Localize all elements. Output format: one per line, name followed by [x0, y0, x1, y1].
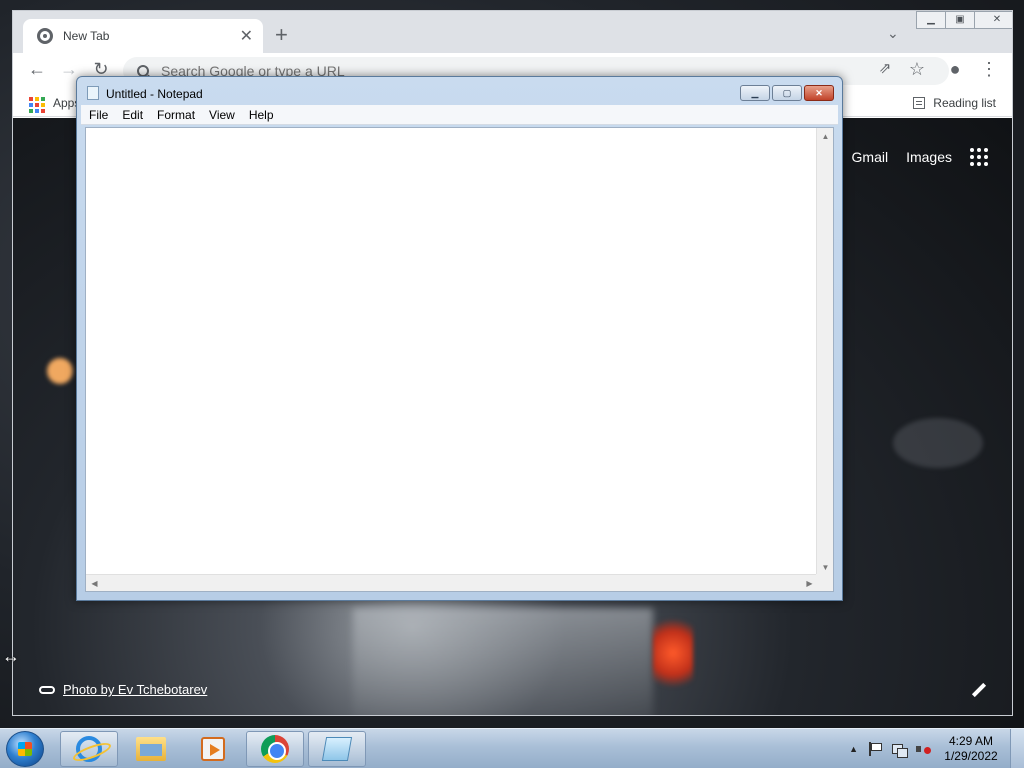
menu-bar: File Edit Format View Help	[81, 105, 838, 125]
chrome-window-controls: ▁ ▣ ✕	[916, 11, 1012, 29]
taskbar-chrome[interactable]	[246, 731, 304, 767]
volume-muted-icon[interactable]	[916, 742, 931, 756]
text-edit-area: ▲ ▼ ◀ ▶	[85, 127, 834, 592]
google-apps-launcher-icon[interactable]	[970, 148, 988, 166]
restore-button[interactable]: ▣	[945, 11, 975, 29]
tab-title: New Tab	[63, 29, 110, 43]
photo-attribution[interactable]: Photo by Ev Tchebotarev	[39, 682, 207, 697]
more-menu-icon[interactable]: ⋮	[977, 59, 1001, 80]
minimize-button[interactable]: ▁	[916, 11, 946, 29]
reading-list-label: Reading list	[933, 96, 996, 110]
show-desktop-button[interactable]	[1010, 729, 1024, 768]
background-photo-light	[47, 358, 73, 384]
share-icon[interactable]: ⇗	[873, 59, 897, 77]
background-photo-taillights	[653, 608, 693, 698]
notepad-icon	[321, 737, 353, 761]
reading-list-button[interactable]: Reading list	[913, 96, 996, 110]
profile-icon[interactable]: ●	[943, 59, 967, 80]
plus-icon[interactable]: +	[275, 24, 288, 46]
clock[interactable]: 4:29 AM 1/29/2022	[940, 734, 1002, 764]
taskbar: ▲ 4:29 AM 1/29/2022	[0, 728, 1024, 768]
tab-search-icon[interactable]: ⌄	[887, 25, 899, 42]
scroll-up-icon[interactable]: ▲	[817, 128, 834, 145]
resize-cursor-icon: ↔	[2, 646, 20, 666]
apps-grid-icon[interactable]	[29, 97, 45, 113]
clock-date: 1/29/2022	[944, 749, 998, 763]
horizontal-scrollbar[interactable]: ◀ ▶	[86, 574, 818, 591]
star-icon[interactable]: ☆	[905, 59, 929, 80]
close-button[interactable]: ✕	[804, 85, 834, 101]
close-icon[interactable]: ✕	[240, 26, 253, 46]
back-arrow-icon[interactable]: ←	[25, 59, 49, 80]
chrome-favicon-icon	[37, 28, 53, 44]
maximize-button[interactable]: ▢	[772, 85, 802, 101]
notepad-window-controls: ▁ ▢ ✕	[740, 85, 834, 101]
system-tray: ▲ 4:29 AM 1/29/2022	[849, 729, 1024, 768]
reading-list-icon	[913, 97, 926, 109]
menu-view[interactable]: View	[209, 108, 235, 122]
link-icon	[39, 685, 55, 694]
chrome-icon	[261, 735, 289, 763]
show-hidden-icons-icon[interactable]: ▲	[849, 744, 858, 754]
notepad-icon	[87, 86, 99, 100]
folder-icon	[136, 737, 166, 761]
taskbar-notepad[interactable]	[308, 731, 366, 767]
size-grip[interactable]	[816, 574, 833, 591]
pencil-icon[interactable]	[972, 684, 986, 698]
taskbar-internet-explorer[interactable]	[60, 731, 118, 767]
window-title: Untitled - Notepad	[106, 87, 203, 101]
attribution-text[interactable]: Photo by Ev Tchebotarev	[63, 682, 207, 697]
notepad-window: Untitled - Notepad ▁ ▢ ✕ File Edit Forma…	[76, 76, 843, 601]
media-player-icon	[201, 737, 225, 761]
ntp-header-links: Gmail Images	[852, 148, 988, 166]
tab-new-tab[interactable]: New Tab ✕	[23, 19, 263, 53]
close-window-button[interactable]: ✕	[974, 11, 1012, 29]
network-icon[interactable]	[892, 742, 908, 758]
menu-edit[interactable]: Edit	[122, 108, 143, 122]
gmail-link[interactable]: Gmail	[852, 149, 889, 165]
taskbar-media-player[interactable]	[184, 731, 242, 767]
clock-time: 4:29 AM	[948, 734, 994, 748]
vertical-scrollbar[interactable]: ▲ ▼	[816, 128, 833, 576]
images-link[interactable]: Images	[906, 149, 952, 165]
taskbar-windows-explorer[interactable]	[122, 731, 180, 767]
notepad-titlebar[interactable]: Untitled - Notepad ▁ ▢ ✕	[77, 77, 842, 105]
background-photo-road	[353, 608, 653, 715]
start-button[interactable]	[6, 731, 44, 767]
minimize-button[interactable]: ▁	[740, 85, 770, 101]
tab-strip: New Tab ✕ + ⌄ ▁ ▣ ✕	[13, 11, 1012, 53]
menu-file[interactable]: File	[89, 108, 108, 122]
background-photo-light	[893, 418, 983, 468]
text-area[interactable]	[86, 128, 818, 576]
internet-explorer-icon	[76, 736, 102, 762]
scroll-left-icon[interactable]: ◀	[86, 575, 103, 592]
menu-help[interactable]: Help	[249, 108, 274, 122]
menu-format[interactable]: Format	[157, 108, 195, 122]
action-center-flag-icon[interactable]	[868, 742, 882, 756]
